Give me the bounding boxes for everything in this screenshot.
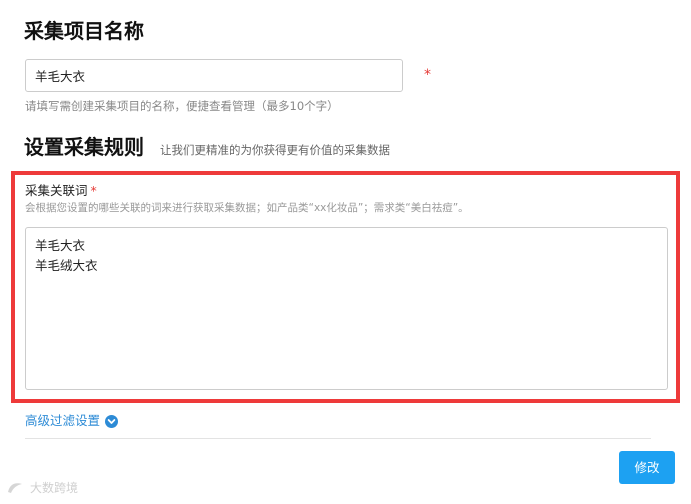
page: 采集项目名称 * 请填写需创建采集项目的名称，便捷查看管理（最多10个字） 设置…	[0, 0, 691, 504]
keywords-label: 采集关联词 *	[25, 183, 97, 199]
keywords-required-mark: *	[90, 183, 97, 198]
rules-subtitle: 让我们更精准的为你获得更有价值的采集数据	[160, 143, 390, 157]
chevron-down-circle-icon	[105, 414, 119, 428]
project-name-title: 采集项目名称	[24, 19, 144, 43]
modify-button[interactable]: 修改	[619, 451, 675, 484]
project-name-required-mark: *	[424, 67, 431, 83]
keyword-line: 羊毛绒大衣	[35, 258, 98, 273]
project-name-help-text: 请填写需创建采集项目的名称，便捷查看管理（最多10个字）	[25, 99, 339, 113]
divider	[25, 438, 651, 439]
keywords-textarea[interactable]: 羊毛大衣 羊毛绒大衣	[25, 227, 668, 390]
keywords-hint: 会根据您设置的哪些关联的词来进行获取采集数据；如产品类“xx化妆品”；需求类“美…	[25, 202, 469, 214]
keyword-line: 羊毛大衣	[35, 238, 86, 253]
advanced-filter-toggle[interactable]: 高级过滤设置	[25, 413, 119, 429]
watermark-logo-icon	[6, 481, 24, 495]
advanced-filter-label: 高级过滤设置	[25, 413, 101, 428]
watermark-text: 大数跨境	[30, 481, 79, 495]
watermark: 大数跨境	[6, 480, 78, 496]
keywords-label-text: 采集关联词	[25, 183, 88, 198]
project-name-input[interactable]	[25, 59, 403, 92]
rules-title: 设置采集规则	[24, 135, 144, 159]
